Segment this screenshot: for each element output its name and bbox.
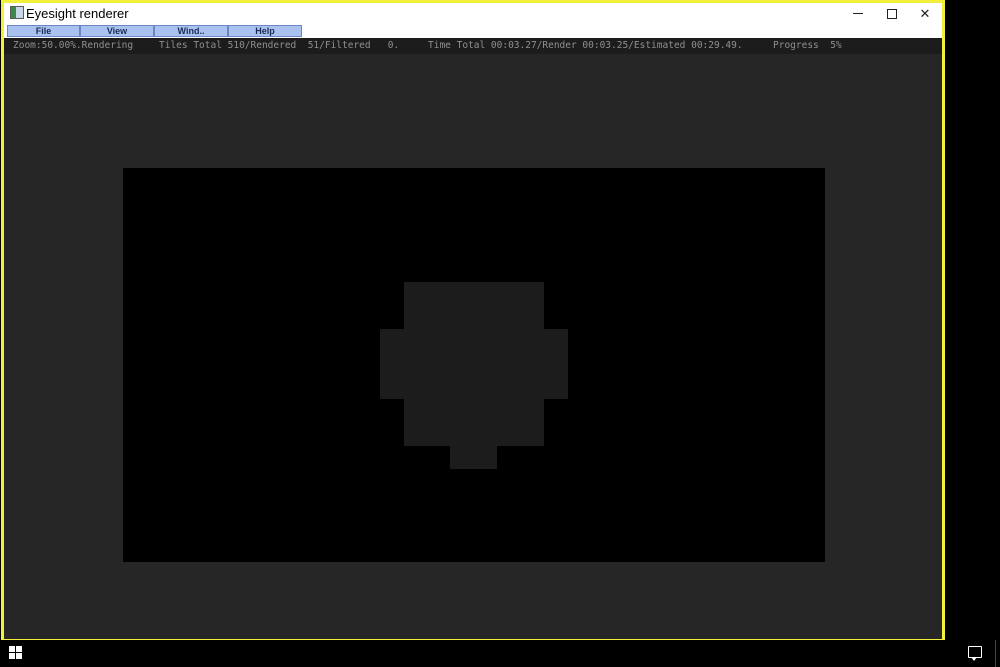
maximize-button[interactable] (875, 3, 909, 24)
render-status-bar: Zoom:50.00%.Rendering Tiles Total 510/Re… (4, 38, 942, 54)
minimize-icon (853, 13, 863, 14)
windows-start-icon (16, 653, 22, 659)
status-tiles: Tiles Total 510/Rendered 51/Filtered 0. (159, 40, 400, 51)
rendered-tile-block (404, 399, 544, 446)
show-desktop-divider[interactable] (995, 640, 996, 667)
menu-file[interactable]: File (7, 25, 80, 37)
status-zoom: Zoom:50.00%.Rendering (13, 40, 134, 51)
rendered-tile-block (380, 329, 568, 399)
status-time: Time Total 00:03.27/Render 00:03.25/Esti… (428, 40, 743, 51)
window-title: Eyesight renderer (26, 6, 129, 21)
title-bar[interactable]: Eyesight renderer ✕ (4, 3, 942, 24)
minimize-button[interactable] (841, 3, 875, 24)
menu-view[interactable]: View (80, 25, 154, 37)
app-icon[interactable] (10, 6, 24, 19)
start-button[interactable] (9, 646, 23, 660)
close-icon: ✕ (919, 5, 931, 21)
maximize-icon (887, 8, 897, 19)
close-button[interactable]: ✕ (908, 3, 942, 24)
menu-help[interactable]: Help (228, 25, 302, 37)
rendered-tile-block (450, 446, 497, 469)
windows-start-icon (9, 653, 15, 659)
desktop: Eyesight renderer ✕ File View Wind.. Hel… (0, 0, 1000, 667)
rendered-tile-block (404, 282, 544, 329)
action-center-icon (971, 657, 977, 661)
menu-bar: File View Wind.. Help (4, 24, 942, 38)
app-window: Eyesight renderer ✕ File View Wind.. Hel… (1, 0, 945, 642)
windows-start-icon (9, 646, 15, 652)
action-center-button[interactable] (968, 646, 982, 661)
windows-start-icon (16, 646, 22, 652)
taskbar (0, 640, 1000, 667)
status-progress: Progress 5% (773, 40, 842, 51)
canvas-area[interactable] (4, 54, 942, 639)
menu-window[interactable]: Wind.. (154, 25, 228, 37)
render-viewport[interactable] (123, 168, 825, 562)
